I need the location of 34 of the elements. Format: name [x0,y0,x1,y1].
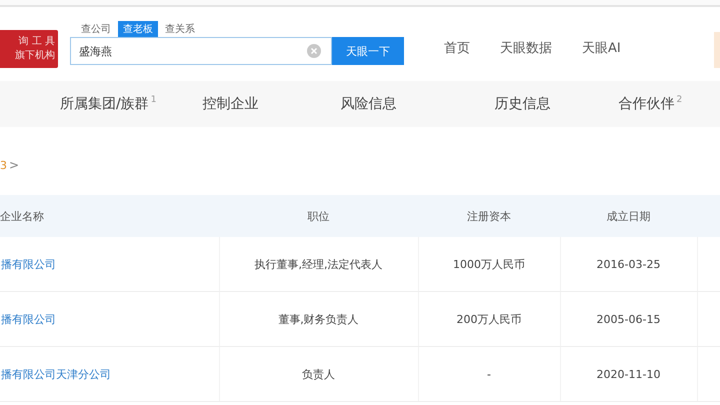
table-cell: 2016-03-25 [596,258,660,270]
count-label: 3 [0,158,7,172]
banner-edge [714,32,720,68]
table-cell: 1000万人民币 [453,258,525,270]
logo[interactable]: 询 工 具 旗下机构 [0,30,58,68]
search-mode-tab[interactable]: 查老板 [118,21,158,37]
nav-link[interactable]: 首页 [444,39,470,57]
search-button[interactable]: 天眼一下 [332,37,404,65]
column-header: 注册资本 [418,195,560,237]
section-tab[interactable]: 合作伙伴$^{2}$ [618,95,682,113]
column-header: 企业名称 [0,195,219,237]
section-tab[interactable]: 控制企业 [202,95,258,113]
table-cell: 执行董事,经理,法定代表人 [254,258,382,270]
table-cell: 董事,财务负责人 [278,312,359,326]
company-link[interactable]: 播有限公司 [1,258,56,270]
search-field[interactable]: 盛海燕 [70,37,332,65]
table-cell: 2005-06-15 [596,312,660,326]
nav-link[interactable]: 天眼AI [582,39,621,57]
clear-icon[interactable] [307,44,321,58]
column-header: 职位 [219,195,418,237]
table-cell: 200万人民币 [456,312,522,326]
table-cell: - [487,368,491,380]
search-mode-tab[interactable]: 查关系 [160,21,200,37]
company-link[interactable]: 播有限公司 [1,312,56,326]
section-tab[interactable]: 风险信息 [340,95,396,113]
chevron-icon[interactable]: > [9,158,20,172]
search-mode-tab[interactable]: 查公司 [76,21,116,37]
column-header: 成立日期 [560,195,697,237]
table-cell: 负责人 [302,368,335,380]
table-cell: 2020-11-10 [596,368,660,380]
section-tab[interactable]: 历史信息 [494,95,550,113]
company-link[interactable]: 播有限公司天津分公司 [1,368,111,380]
section-tab[interactable]: 所属集团/族群$^{1}$ [60,95,156,113]
nav-link[interactable]: 天眼数据 [500,39,552,57]
